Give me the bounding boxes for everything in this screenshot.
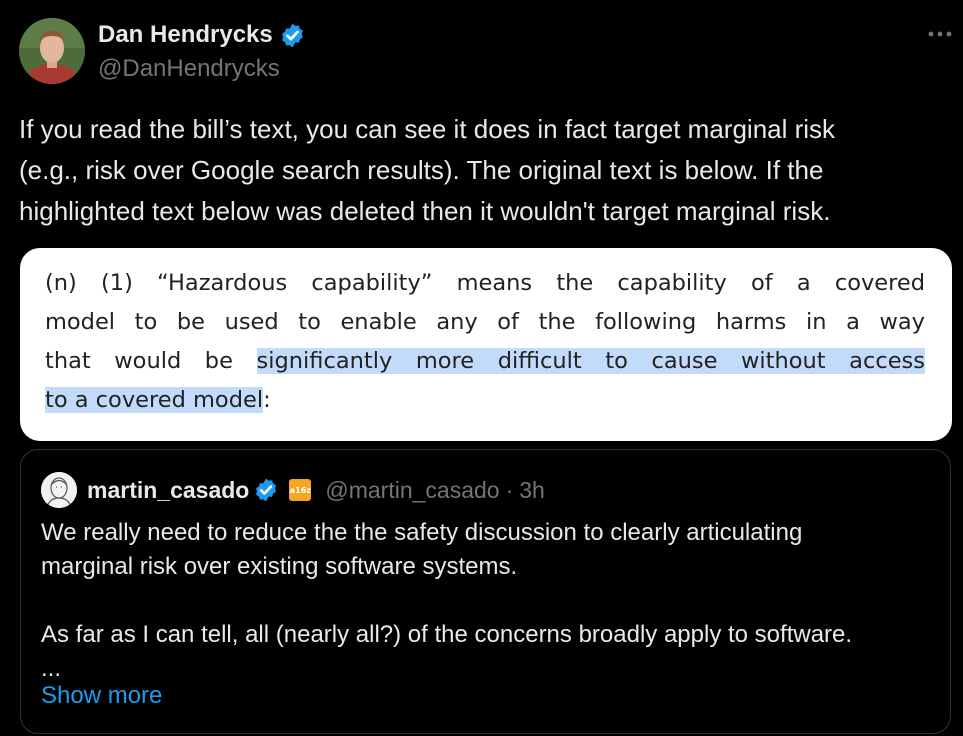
quoted-author-handle[interactable]: @martin_casado bbox=[325, 477, 499, 504]
quoted-text-line: ... bbox=[41, 655, 62, 682]
avatar-sketch-icon bbox=[41, 472, 77, 508]
author-avatar[interactable] bbox=[19, 18, 85, 84]
quoted-tweet-header: martin_casado a16z @martin_casado · 3h bbox=[41, 472, 545, 508]
tweet-text: If you read the bill’s text, you can see… bbox=[19, 109, 954, 232]
tweet-text-line: If you read the bill’s text, you can see… bbox=[19, 114, 836, 144]
separator-dot: · bbox=[505, 476, 514, 503]
bill-plain-text: that would be bbox=[45, 348, 257, 374]
tweet-text-line: highlighted text below was deleted then … bbox=[19, 196, 831, 226]
author-handle[interactable]: @DanHendrycks bbox=[98, 55, 280, 83]
quoted-text-line: marginal risk over existing software sys… bbox=[41, 553, 518, 580]
quoted-text-line: As far as I can tell, all (nearly all?) … bbox=[41, 621, 853, 648]
bill-line: model to be used to enable any of the fo… bbox=[45, 309, 925, 335]
quoted-tweet-time[interactable]: 3h bbox=[519, 477, 545, 504]
verified-badge-icon[interactable] bbox=[253, 477, 279, 503]
affiliation-badge-icon[interactable]: a16z bbox=[289, 479, 312, 501]
verified-badge-icon[interactable] bbox=[279, 22, 306, 49]
bill-plain-text: : bbox=[263, 387, 271, 413]
show-more-link[interactable]: Show more bbox=[41, 682, 162, 710]
quoted-text-line: We really need to reduce the the safety … bbox=[41, 519, 803, 546]
avatar-photo-icon bbox=[19, 18, 85, 84]
quoted-tweet-text: We really need to reduce the the safety … bbox=[41, 516, 931, 686]
quoted-tweet[interactable]: martin_casado a16z @martin_casado · 3h W… bbox=[20, 449, 951, 734]
author-name[interactable]: Dan Hendrycks bbox=[98, 21, 273, 49]
author-name-row: Dan Hendrycks bbox=[98, 20, 306, 50]
more-options-button[interactable] bbox=[924, 22, 956, 46]
quoted-author-avatar[interactable] bbox=[41, 472, 77, 508]
tweet-image[interactable]: (n) (1) “Hazardous capability” means the… bbox=[20, 248, 952, 441]
tweet-text-line: (e.g., risk over Google search results).… bbox=[19, 155, 824, 185]
more-horizontal-icon bbox=[928, 31, 952, 37]
bill-line: to a covered model: bbox=[45, 381, 925, 420]
bill-highlighted-text: to a covered model bbox=[45, 387, 264, 413]
bill-line: that would be significantly more difficu… bbox=[45, 342, 925, 381]
bill-excerpt: (n) (1) “Hazardous capability” means the… bbox=[45, 264, 925, 420]
quoted-author-name[interactable]: martin_casado bbox=[87, 477, 249, 504]
bill-highlighted-text: significantly more difficult to cause wi… bbox=[256, 348, 925, 374]
bill-line: (n) (1) “Hazardous capability” means the… bbox=[45, 270, 925, 296]
